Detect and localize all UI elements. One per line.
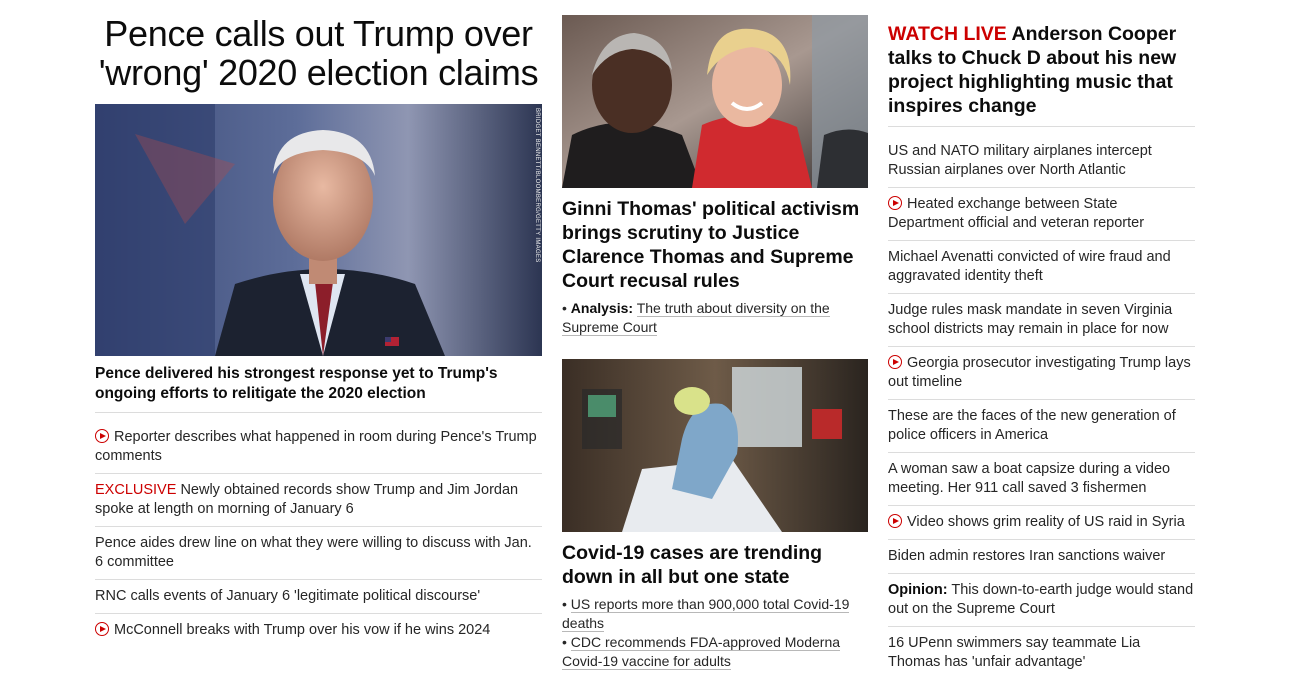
- list-item[interactable]: Pence aides drew line on what they were …: [95, 527, 542, 580]
- list-item[interactable]: 16 UPenn swimmers say teammate Lia Thoma…: [888, 627, 1195, 679]
- watch-live-headline[interactable]: WATCH LIVE Anderson Cooper talks to Chuc…: [888, 22, 1195, 127]
- headline-list: US and NATO military airplanes intercept…: [888, 135, 1195, 679]
- hero-image[interactable]: BRIDGET BENNETT/BLOOMBERG/GETTY IMAGES: [95, 104, 542, 356]
- pence-photo: [95, 104, 542, 356]
- hero-headline[interactable]: Pence calls out Trump over 'wrong' 2020 …: [95, 14, 542, 92]
- thomas-headline[interactable]: Ginni Thomas' political activism brings …: [562, 197, 868, 293]
- covid-image[interactable]: [562, 359, 868, 532]
- play-circle-icon: [888, 355, 902, 369]
- list-item[interactable]: EXCLUSIVE Newly obtained records show Tr…: [95, 474, 542, 527]
- play-circle-icon: [888, 514, 902, 528]
- list-item[interactable]: A woman saw a boat capsize during a vide…: [888, 453, 1195, 506]
- list-item[interactable]: RNC calls events of January 6 'legitimat…: [95, 580, 542, 614]
- list-item[interactable]: Georgia prosecutor investigating Trump l…: [888, 347, 1195, 400]
- exclusive-tag: EXCLUSIVE: [95, 482, 177, 498]
- covid-sub-link[interactable]: • CDC recommends FDA-approved Moderna Co…: [562, 633, 868, 671]
- covid-photo: [562, 359, 868, 532]
- thomas-image[interactable]: [562, 15, 868, 188]
- list-item[interactable]: Biden admin restores Iran sanctions waiv…: [888, 540, 1195, 574]
- related-list: Reporter describes what happened in room…: [95, 421, 542, 647]
- headlines-column: WATCH LIVE Anderson Cooper talks to Chuc…: [888, 0, 1195, 679]
- list-item[interactable]: US and NATO military airplanes intercept…: [888, 135, 1195, 188]
- opinion-label: Opinion:: [888, 582, 948, 598]
- main-story-column: Pence calls out Trump over 'wrong' 2020 …: [95, 0, 542, 647]
- list-item[interactable]: Judge rules mask mandate in seven Virgin…: [888, 294, 1195, 347]
- hero-lede[interactable]: Pence delivered his strongest response y…: [95, 364, 542, 413]
- list-item[interactable]: Reporter describes what happened in room…: [95, 421, 542, 474]
- secondary-story-column: Ginni Thomas' political activism brings …: [562, 0, 868, 671]
- play-circle-icon: [95, 622, 109, 636]
- covid-headline[interactable]: Covid-19 cases are trending down in all …: [562, 541, 868, 589]
- analysis-label: Analysis:: [570, 300, 634, 316]
- list-item[interactable]: Opinion: This down-to-earth judge would …: [888, 574, 1195, 627]
- list-item[interactable]: Video shows grim reality of US raid in S…: [888, 506, 1195, 540]
- play-circle-icon: [95, 429, 109, 443]
- watch-live-label: WATCH LIVE: [888, 23, 1007, 45]
- analysis-link[interactable]: • Analysis: The truth about diversity on…: [562, 299, 868, 337]
- play-circle-icon: [888, 196, 902, 210]
- covid-sub-link[interactable]: • US reports more than 900,000 total Cov…: [562, 595, 868, 633]
- list-item[interactable]: Heated exchange between State Department…: [888, 188, 1195, 241]
- photo-credit: BRIDGET BENNETT/BLOOMBERG/GETTY IMAGES: [534, 108, 540, 263]
- thomas-photo: [562, 15, 868, 188]
- list-item[interactable]: These are the faces of the new generatio…: [888, 400, 1195, 453]
- list-item[interactable]: McConnell breaks with Trump over his vow…: [95, 614, 542, 647]
- list-item[interactable]: Michael Avenatti convicted of wire fraud…: [888, 241, 1195, 294]
